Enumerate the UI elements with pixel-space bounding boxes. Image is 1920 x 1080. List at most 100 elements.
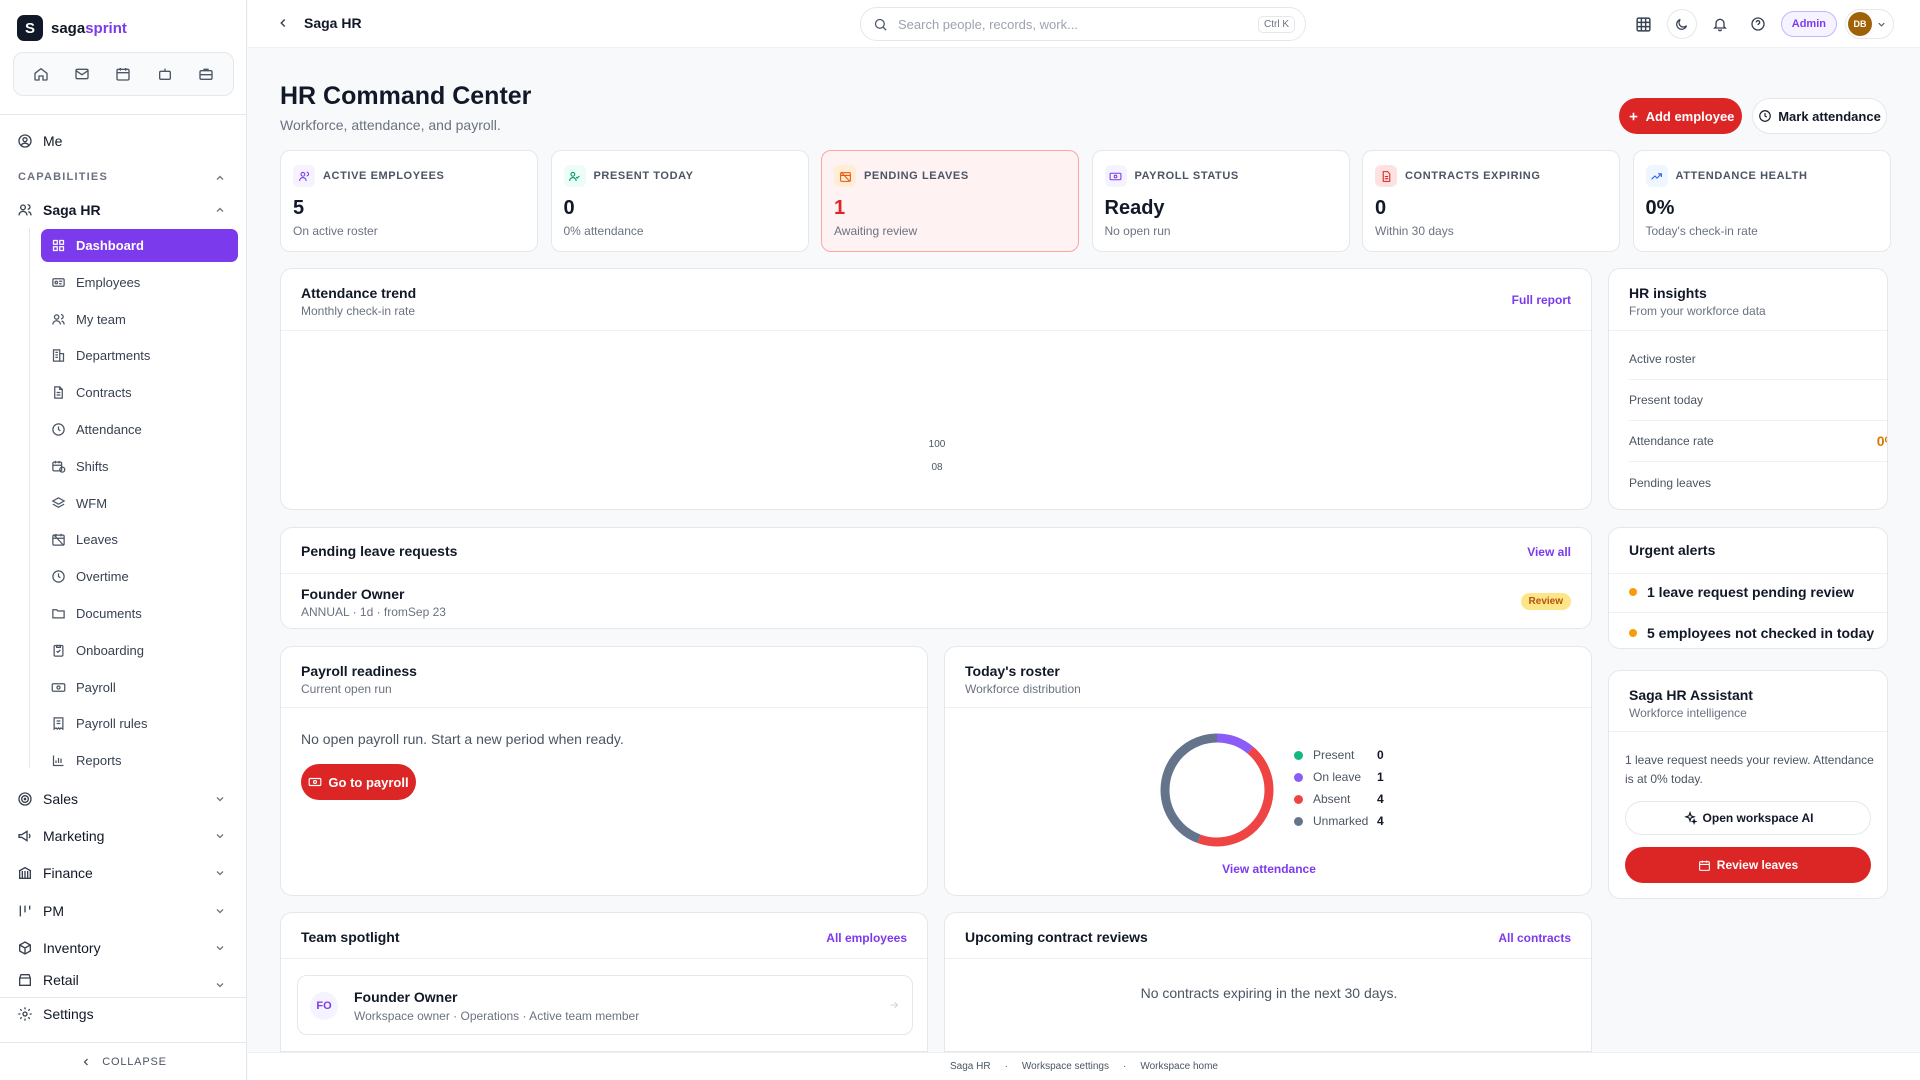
stat-card-pending-leaves[interactable]: PENDING LEAVES 1 Awaiting review <box>821 150 1079 252</box>
legend-label: Present <box>1313 748 1355 762</box>
chevron-left-icon <box>83 1058 89 1065</box>
sidebar-item-payroll[interactable]: Payroll <box>41 671 238 704</box>
chevron-down-icon[interactable] <box>214 830 226 842</box>
full-report-link[interactable]: Full report <box>1512 293 1571 307</box>
footer-link[interactable]: Workspace settings <box>1022 1061 1109 1072</box>
sidebar-item-dashboard[interactable]: Dashboard <box>41 229 238 262</box>
card-title: Urgent alerts <box>1629 542 1716 558</box>
view-attendance-link[interactable]: View attendance <box>945 862 1591 876</box>
view-all-link[interactable]: View all <box>1527 545 1571 559</box>
breadcrumb-label[interactable]: Saga HR <box>304 15 362 31</box>
all-contracts-link[interactable]: All contracts <box>1498 931 1571 945</box>
clock-icon <box>52 570 65 583</box>
insight-row: Attendance rate 0% <box>1629 421 1887 462</box>
stat-card-present-today[interactable]: PRESENT TODAY 0 0% attendance <box>550 150 809 252</box>
chevron-up-icon[interactable] <box>214 204 226 216</box>
sidebar-module-pm[interactable]: PM <box>17 899 64 923</box>
card-title: Today's roster <box>965 663 1060 679</box>
sidebar-item-reports[interactable]: Reports <box>41 744 238 777</box>
stat-card-payroll-status[interactable]: PAYROLL STATUS Ready No open run <box>1091 150 1350 252</box>
calendar-icon[interactable] <box>108 59 138 89</box>
briefcase-icon[interactable] <box>191 59 221 89</box>
leave-requester[interactable]: Founder Owner <box>301 586 404 602</box>
sidebar-module-sales[interactable]: Sales <box>17 787 78 811</box>
chevron-down-icon[interactable] <box>214 867 226 879</box>
card-title: Pending leave requests <box>301 543 458 559</box>
sidebar-item-overtime[interactable]: Overtime <box>41 560 238 593</box>
mail-icon[interactable] <box>67 59 97 89</box>
sidebar-item-departments[interactable]: Departments <box>41 339 238 372</box>
help-icon[interactable] <box>1743 9 1773 39</box>
sidebar-item-me[interactable]: Me <box>17 129 62 153</box>
sidebar-item-shifts[interactable]: Shifts <box>41 450 238 483</box>
alert-item[interactable]: 5 employees not checked in today <box>1629 625 1874 641</box>
leave-detail: ANNUAL · 1d · fromSep 23 <box>301 605 446 619</box>
chevron-down-icon[interactable] <box>214 793 226 805</box>
stat-card-attendance-health[interactable]: ATTENDANCE HEALTH 0% Today's check-in ra… <box>1632 150 1891 252</box>
chevron-up-icon[interactable] <box>214 172 226 184</box>
sidebar: S sagasprint Me CAPABILITIES Saga HR Das… <box>0 0 247 1080</box>
member-detail: Workspace owner · Operations · Active te… <box>354 1009 640 1023</box>
brand[interactable]: S sagasprint <box>17 15 127 41</box>
user-circle-icon <box>18 134 32 148</box>
stat-card-contracts-expiring[interactable]: CONTRACTS EXPIRING 0 Within 30 days <box>1362 150 1620 252</box>
bank-icon <box>18 866 32 879</box>
sidebar-item-wfm[interactable]: WFM <box>41 487 238 520</box>
review-badge[interactable]: Review <box>1520 593 1571 610</box>
team-spotlight-card: Team spotlight All employees FO Founder … <box>280 912 928 1052</box>
sidebar-item-attendance[interactable]: Attendance <box>41 413 238 446</box>
footer-link[interactable]: Workspace home <box>1140 1061 1218 1072</box>
sidebar-item-contracts[interactable]: Contracts <box>41 376 238 409</box>
sidebar-item-my-team[interactable]: My team <box>41 303 238 336</box>
brand-name: sagasprint <box>51 19 127 37</box>
footer-separator: · <box>1004 1061 1008 1072</box>
card-subtitle: Workforce intelligence <box>1629 706 1747 720</box>
mark-attendance-button[interactable]: Mark attendance <box>1752 98 1887 134</box>
go-to-payroll-label: Go to payroll <box>328 774 409 790</box>
home-icon[interactable] <box>26 59 56 89</box>
alert-item[interactable]: 1 leave request pending review <box>1629 584 1854 600</box>
sidebar-item-payroll-rules[interactable]: Payroll rules <box>41 707 238 740</box>
bot-icon[interactable] <box>150 59 180 89</box>
apps-grid-icon[interactable] <box>1629 9 1659 39</box>
collapse-button[interactable]: COLLAPSE <box>0 1042 247 1080</box>
bell-icon[interactable] <box>1705 9 1735 39</box>
admin-badge[interactable]: Admin <box>1780 11 1837 37</box>
sidebar-item-onboarding[interactable]: Onboarding <box>41 634 238 667</box>
stat-card-active-employees[interactable]: ACTIVE EMPLOYEES 5 On active roster <box>280 150 538 252</box>
insight-row: Active roster 5 <box>1629 339 1887 380</box>
sidebar-item-employees[interactable]: Employees <box>41 266 238 299</box>
review-leaves-button[interactable]: Review leaves <box>1625 847 1871 883</box>
sidebar-module-finance[interactable]: Finance <box>17 861 93 885</box>
sidebar-group-saga-hr[interactable]: Saga HR <box>17 198 101 222</box>
all-employees-link[interactable]: All employees <box>826 931 907 945</box>
chevron-down-icon[interactable] <box>214 905 226 917</box>
sidebar-item-leaves[interactable]: Leaves <box>41 523 238 556</box>
sidebar-module-inventory[interactable]: Inventory <box>17 936 101 960</box>
user-menu[interactable]: DB <box>1845 9 1894 39</box>
footer-link[interactable]: Saga HR <box>950 1061 991 1072</box>
legend-item: On leave 1 <box>1294 770 1384 784</box>
stat-header: ATTENDANCE HEALTH <box>1645 165 1878 187</box>
search-input[interactable]: Search people, records, work... Ctrl K <box>860 7 1306 41</box>
chevron-down-icon[interactable] <box>214 942 226 954</box>
back-icon[interactable] <box>276 16 290 30</box>
stat-header: PAYROLL STATUS <box>1104 165 1337 187</box>
stat-header: CONTRACTS EXPIRING <box>1375 165 1607 187</box>
chevron-down-icon[interactable] <box>214 979 226 991</box>
sidebar-item-documents[interactable]: Documents <box>41 597 238 630</box>
sidebar-module-retail[interactable]: Retail <box>17 973 79 987</box>
pending-leaves-card: Pending leave requests View all Founder … <box>280 527 1592 629</box>
add-employee-button[interactable]: Add employee <box>1619 98 1742 134</box>
go-to-payroll-button[interactable]: Go to payroll <box>301 764 416 800</box>
legend-value: 4 <box>1377 814 1384 828</box>
alert-dot <box>1629 588 1637 596</box>
team-member-row[interactable]: FO Founder Owner Workspace owner · Opera… <box>297 975 913 1035</box>
sparkles-icon <box>1683 811 1697 825</box>
moon-icon[interactable] <box>1666 9 1697 39</box>
sidebar-module-marketing[interactable]: Marketing <box>17 824 104 848</box>
open-workspace-ai-button[interactable]: Open workspace AI <box>1625 801 1871 835</box>
stat-label: PAYROLL STATUS <box>1134 170 1239 182</box>
sidebar-item-settings[interactable]: Settings <box>17 1002 94 1026</box>
sidebar-divider <box>0 114 247 115</box>
